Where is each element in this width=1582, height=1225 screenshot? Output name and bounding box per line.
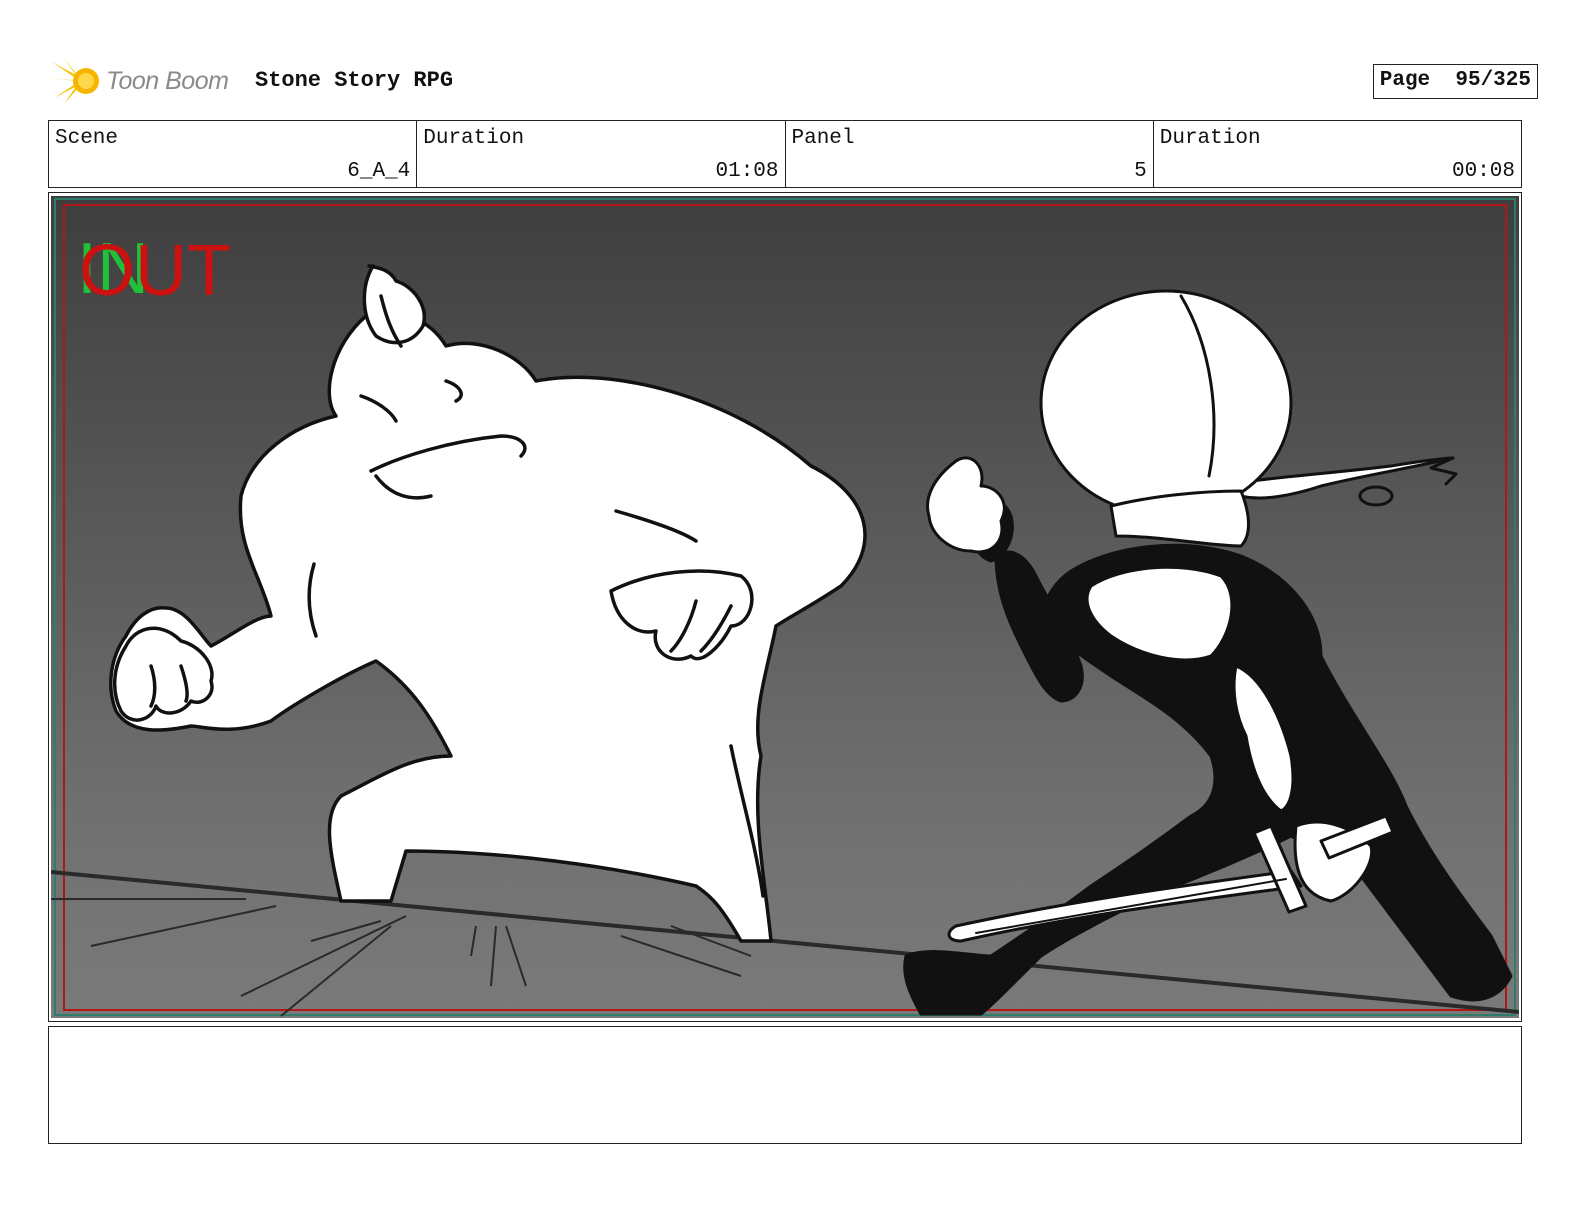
scene-duration-value: 01:08 [715,160,779,183]
scene-duration-label: Duration [423,127,525,150]
scene-cell: Scene 6_A_4 [49,121,418,187]
scene-label: Scene [55,127,119,150]
page-indicator: Page 95/325 [1372,64,1538,99]
out-marker: OUT [79,231,231,311]
panel-value: 5 [1134,160,1147,183]
panel-duration-value: 00:08 [1451,160,1515,183]
storyboard-header: Toon Boom Stone Story RPG Page 95/325 [50,56,1538,106]
toon-boom-logo: Toon Boom [50,56,229,106]
panel-cell: Panel 5 [786,121,1154,187]
panel-duration-cell: Duration 00:08 [1154,121,1521,187]
panel-drawing: IN OUT [51,196,1519,1018]
storyboard-panel: IN OUT [48,192,1522,1022]
panel-duration-label: Duration [1159,127,1261,150]
project-title: Stone Story RPG [255,68,454,93]
page-number: 95/325 [1455,69,1531,92]
page-label: Page [1379,69,1431,92]
panel-label: Panel [791,127,855,150]
starburst-icon [50,58,99,104]
panel-notes-box [48,1026,1522,1144]
scene-value: 6_A_4 [347,160,411,183]
scene-duration-cell: Duration 01:08 [417,121,786,187]
brand-name: Toon Boom [106,66,229,95]
panel-info-table: Scene 6_A_4 Duration 01:08 Panel 5 Durat… [48,120,1522,188]
